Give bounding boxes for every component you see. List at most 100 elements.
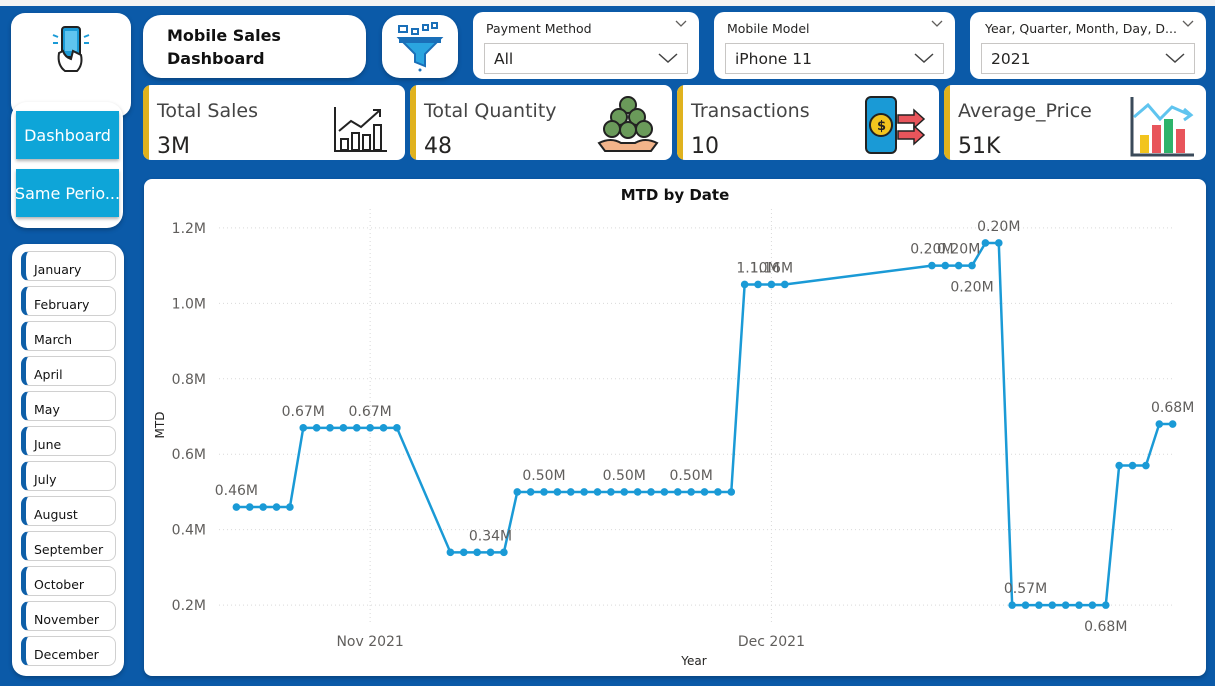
data-label: 0.20M [937, 242, 980, 258]
data-point [673, 488, 682, 496]
analytics-icon [1130, 97, 1194, 157]
data-point [593, 488, 602, 496]
slicer-label: Payment Method [486, 21, 592, 36]
data-point [767, 280, 776, 289]
title-card: Mobile Sales Dashboard [143, 15, 366, 78]
navigation-panel: Dashboard Same Perio... [11, 102, 123, 228]
svg-text:$: $ [877, 119, 886, 134]
data-point [1088, 601, 1097, 609]
month-item-june[interactable]: June [21, 426, 116, 456]
month-item-august[interactable]: August [21, 496, 116, 526]
data-point [968, 261, 976, 270]
payment-method-slicer[interactable]: Payment Method All [473, 12, 699, 79]
filter-button[interactable] [382, 15, 458, 78]
chevron-down-icon [1182, 20, 1194, 27]
y-tick-label: 0.4M [172, 523, 206, 539]
data-point [299, 424, 308, 432]
data-point [1021, 601, 1030, 609]
chart-title: MTD by Date [621, 186, 730, 204]
data-label: 0.46M [215, 483, 258, 499]
data-point [339, 424, 348, 432]
month-item-september[interactable]: September [21, 531, 116, 561]
kpi-average-price: Average_Price 51K [944, 85, 1206, 160]
data-label: 0.67M [282, 404, 325, 420]
month-item-march[interactable]: March [21, 321, 116, 351]
y-tick-label: 1.0M [172, 296, 206, 312]
dashboard-button[interactable]: Dashboard [16, 111, 119, 159]
y-axis: 0.2M 0.4M 0.6M 0.8M 1.0M 1.2M [172, 221, 206, 614]
data-point [526, 488, 535, 496]
data-point [928, 261, 936, 270]
data-point [941, 261, 950, 270]
phone-payment-icon: $ [865, 96, 926, 154]
month-item-february[interactable]: February [21, 286, 116, 316]
payment-method-dropdown[interactable]: All [484, 43, 688, 74]
chevron-down-icon [914, 53, 934, 64]
kpi-label: Total Sales [157, 100, 258, 122]
month-item-december[interactable]: December [21, 636, 116, 666]
data-label: 0.50M [603, 468, 646, 484]
month-slicer: January February March April May June Ju… [12, 244, 124, 676]
kpi-label: Transactions [691, 100, 810, 122]
data-point [754, 280, 762, 289]
data-point [1061, 601, 1070, 609]
data-point [647, 488, 655, 496]
series-points [232, 239, 1177, 609]
mobile-model-slicer[interactable]: Mobile Model iPhone 11 [714, 12, 955, 79]
month-item-may[interactable]: May [21, 391, 116, 421]
data-label: 0.67M [349, 404, 392, 420]
data-label: 0.50M [522, 468, 565, 484]
data-point [1075, 601, 1083, 609]
data-point [633, 488, 642, 496]
data-point [393, 424, 401, 432]
data-point [540, 488, 548, 496]
data-point [473, 548, 481, 557]
chevron-down-icon [931, 20, 943, 27]
date-hierarchy-slicer[interactable]: Year, Quarter, Month, Day, D... 2021 [970, 12, 1206, 79]
month-item-april[interactable]: April [21, 356, 116, 386]
data-point [446, 548, 455, 557]
data-point [500, 548, 508, 557]
kpi-accent-bar [143, 85, 149, 160]
data-point [620, 488, 629, 496]
series-line [236, 241, 1173, 607]
data-point [660, 488, 669, 496]
data-point [553, 488, 562, 496]
data-point [1115, 461, 1123, 470]
bar-growth-icon [334, 107, 387, 152]
x-axis: Nov 2021 Dec 2021 [336, 634, 805, 650]
data-point [232, 503, 241, 511]
data-point [687, 488, 695, 496]
date-hierarchy-dropdown[interactable]: 2021 [981, 43, 1195, 74]
data-point [994, 239, 1003, 247]
data-point [1168, 420, 1177, 428]
kpi-accent-bar [944, 85, 950, 160]
coin-stack-icon [597, 96, 659, 152]
data-point [780, 280, 789, 289]
x-axis-label: Year [680, 654, 706, 668]
series-polyline [236, 241, 1173, 607]
month-item-july[interactable]: July [21, 461, 116, 491]
data-point [727, 488, 736, 496]
same-period-button[interactable]: Same Perio... [16, 169, 119, 217]
kpi-value: 10 [691, 134, 719, 159]
chevron-down-icon [675, 20, 687, 27]
month-item-november[interactable]: November [21, 601, 116, 631]
slicer-value: 2021 [991, 50, 1031, 68]
data-label: 0.20M [977, 219, 1020, 235]
data-point [1048, 601, 1057, 609]
y-tick-label: 1.2M [172, 221, 206, 237]
kpi-accent-bar [410, 85, 416, 160]
data-label: 1.16M [750, 260, 793, 276]
data-label: 0.34M [469, 528, 512, 544]
data-point [1142, 461, 1150, 470]
month-item-october[interactable]: October [21, 566, 116, 596]
funnel-icon [396, 22, 444, 72]
data-point [700, 488, 709, 496]
kpi-total-quantity: Total Quantity 48 [410, 85, 672, 160]
mobile-model-dropdown[interactable]: iPhone 11 [725, 43, 944, 74]
data-point [1035, 601, 1043, 609]
month-item-january[interactable]: January [21, 251, 116, 281]
data-point [607, 488, 615, 496]
data-label: 0.57M [1004, 581, 1047, 597]
